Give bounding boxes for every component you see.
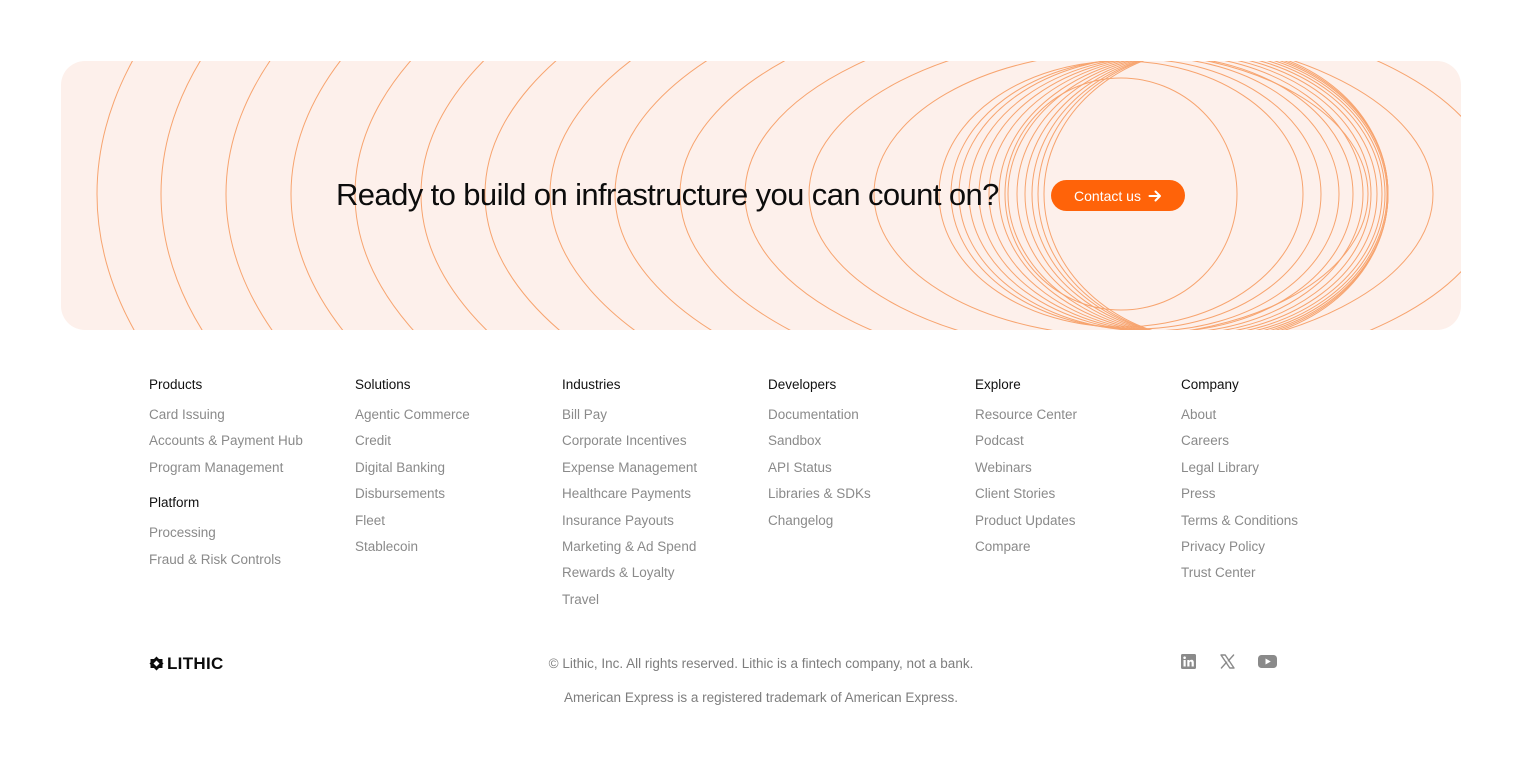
contact-us-button[interactable]: Contact us [1051,180,1185,211]
youtube-icon [1258,655,1277,668]
footer-heading-platform: Platform [149,495,200,511]
footer-link-documentation[interactable]: Documentation [768,406,968,432]
footer-link-careers[interactable]: Careers [1181,432,1381,458]
footer-column-explore: Explore Resource Center Podcast Webinars… [975,376,1175,564]
footer-link-disbursements[interactable]: Disbursements [355,485,555,511]
footer-link-fleet[interactable]: Fleet [355,512,555,538]
footer-link-about[interactable]: About [1181,406,1381,432]
footer-link-digital-banking[interactable]: Digital Banking [355,459,555,485]
footer-link-podcast[interactable]: Podcast [975,432,1175,458]
footer-link-sandbox[interactable]: Sandbox [768,432,968,458]
footer-link-healthcare-payments[interactable]: Healthcare Payments [562,485,762,511]
footer-link-api-status[interactable]: API Status [768,459,968,485]
cta-heading: Ready to build on infrastructure you can… [336,177,999,212]
footer-column-solutions: Solutions Agentic Commerce Credit Digita… [355,376,555,564]
footer-heading-company: Company [1181,377,1239,392]
footer-link-stablecoin[interactable]: Stablecoin [355,538,555,564]
linkedin-link[interactable] [1181,654,1196,674]
footer-link-terms-conditions[interactable]: Terms & Conditions [1181,512,1381,538]
cta-banner: Ready to build on infrastructure you can… [61,61,1461,330]
footer-link-compare[interactable]: Compare [975,538,1175,564]
footer-heading-products: Products [149,377,203,392]
footer-link-bill-pay[interactable]: Bill Pay [562,406,762,432]
contact-us-label: Contact us [1074,187,1141,204]
trademark-text: American Express is a registered tradema… [564,690,958,705]
linkedin-icon [1181,654,1196,669]
footer-link-expense-management[interactable]: Expense Management [562,459,762,485]
footer-heading-explore: Explore [975,377,1021,392]
footer-link-insurance-payouts[interactable]: Insurance Payouts [562,512,762,538]
footer-link-accounts-payment-hub[interactable]: Accounts & Payment Hub [149,432,349,458]
footer-column-products: Products Card Issuing Accounts & Payment… [149,376,349,577]
copyright-text: © Lithic, Inc. All rights reserved. Lith… [548,656,974,671]
footer-link-processing[interactable]: Processing [149,524,349,550]
footer-link-trust-center[interactable]: Trust Center [1181,564,1381,590]
youtube-link[interactable] [1258,654,1277,674]
footer-link-corporate-incentives[interactable]: Corporate Incentives [562,432,762,458]
footer-heading-industries: Industries [562,377,621,392]
footer-link-program-management[interactable]: Program Management [149,459,349,485]
footer-link-product-updates[interactable]: Product Updates [975,512,1175,538]
footer-heading-solutions: Solutions [355,377,411,392]
footer-link-legal-library[interactable]: Legal Library [1181,459,1381,485]
footer-link-card-issuing[interactable]: Card Issuing [149,406,349,432]
footer-link-agentic-commerce[interactable]: Agentic Commerce [355,406,555,432]
x-icon [1220,654,1235,669]
footer-link-privacy-policy[interactable]: Privacy Policy [1181,538,1381,564]
footer-link-fraud-risk-controls[interactable]: Fraud & Risk Controls [149,551,349,577]
footer-column-industries: Industries Bill Pay Corporate Incentives… [562,376,762,617]
footer-heading-developers: Developers [768,377,837,392]
footer-link-marketing-ad-spend[interactable]: Marketing & Ad Spend [562,538,762,564]
footer-link-client-stories[interactable]: Client Stories [975,485,1175,511]
arrow-right-icon [1148,190,1161,201]
footer-link-libraries-sdks[interactable]: Libraries & SDKs [768,485,968,511]
footer-link-credit[interactable]: Credit [355,432,555,458]
footer-link-resource-center[interactable]: Resource Center [975,406,1175,432]
footer-link-travel[interactable]: Travel [562,591,762,617]
x-link[interactable] [1220,654,1235,674]
footer-link-rewards-loyalty[interactable]: Rewards & Loyalty [562,564,762,590]
footer-column-developers: Developers Documentation Sandbox API Sta… [768,376,968,538]
footer-column-company: Company About Careers Legal Library Pres… [1181,376,1381,591]
footer-link-webinars[interactable]: Webinars [975,459,1175,485]
footer-link-press[interactable]: Press [1181,485,1381,511]
footer-link-changelog[interactable]: Changelog [768,512,968,538]
